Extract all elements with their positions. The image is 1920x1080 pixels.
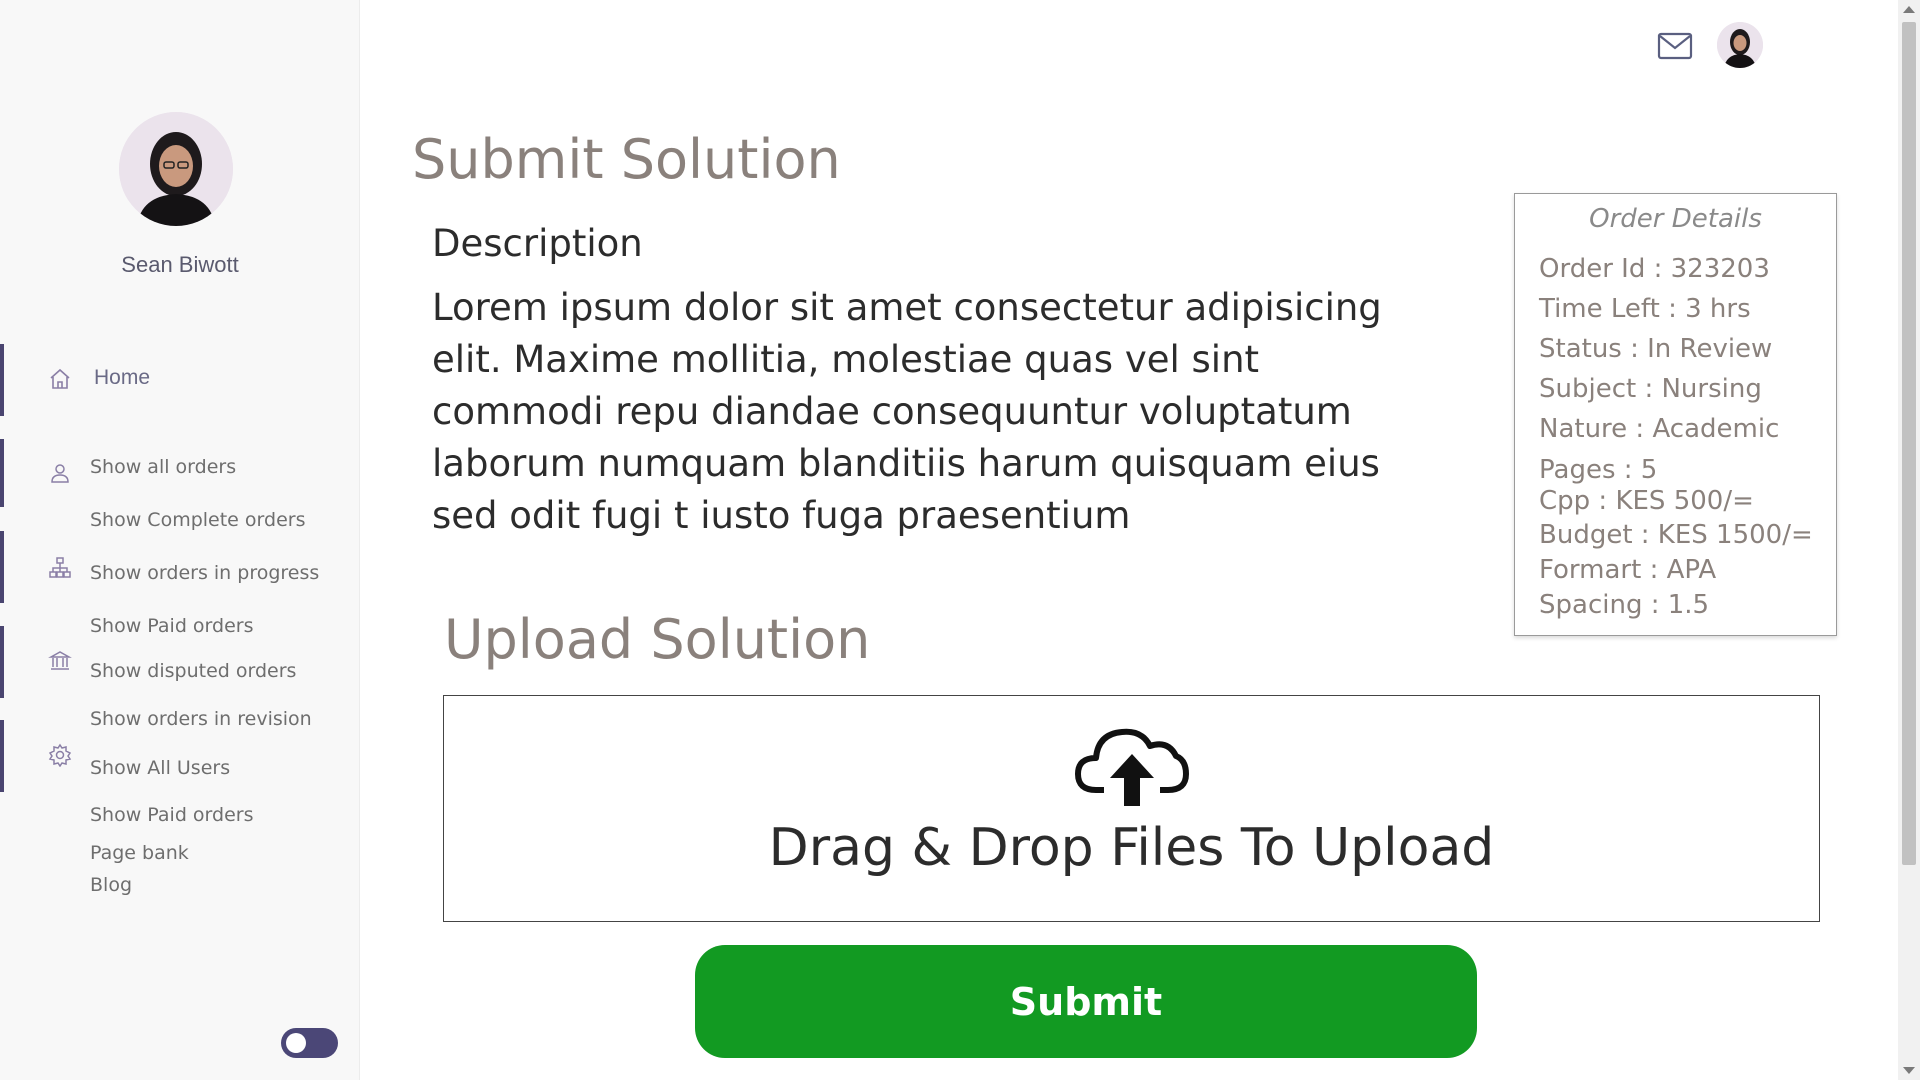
order-status: Status : In Review [1539, 334, 1773, 364]
order-nature: Nature : Academic [1539, 414, 1780, 444]
sidebar-item-orders-in-revision[interactable]: Show orders in revision [90, 708, 312, 730]
time-left: Time Left : 3 hrs [1539, 294, 1751, 324]
order-format: Formart : APA [1539, 555, 1717, 585]
dropzone-text: Drag & Drop Files To Upload [768, 818, 1495, 878]
order-spacing: Spacing : 1.5 [1539, 590, 1710, 620]
sidebar-item-paid-orders-2[interactable]: Show Paid orders [90, 804, 254, 826]
sitemap-icon [48, 556, 72, 580]
page-title: Submit Solution [412, 128, 841, 191]
scroll-thumb[interactable] [1902, 22, 1916, 865]
nav-active-indicator [0, 344, 4, 416]
sidebar: Sean Biwott Home Show all orders Show Co… [0, 0, 360, 1080]
sidebar-item-orders-in-progress[interactable]: Show orders in progress [90, 562, 319, 584]
mail-icon[interactable] [1657, 30, 1693, 62]
sidebar-item-complete-orders[interactable]: Show Complete orders [90, 509, 305, 531]
nav-group-indicator [0, 720, 4, 792]
sidebar-item-all-users[interactable]: Show All Users [90, 757, 230, 779]
bank-icon [48, 649, 72, 673]
user-name: Sean Biwott [121, 252, 239, 277]
scrollbar[interactable] [1898, 0, 1920, 1080]
profile-avatar [119, 112, 233, 226]
order-subject: Subject : Nursing [1539, 374, 1762, 404]
nav-group-indicator [0, 626, 4, 698]
file-dropzone[interactable]: Drag & Drop Files To Upload [443, 695, 1820, 922]
user-avatar[interactable] [1717, 22, 1763, 68]
cloud-upload-icon [1074, 720, 1190, 808]
order-budget: Budget : KES 1500/= [1539, 520, 1813, 550]
order-cpp: Cpp : KES 500/= [1539, 486, 1754, 516]
order-details-title: Order Details [1589, 204, 1762, 234]
sidebar-item-all-orders[interactable]: Show all orders [90, 456, 236, 478]
order-details-card: Order Details Order Id : 323203 Time Lef… [1514, 193, 1837, 636]
user-icon [48, 461, 72, 485]
sidebar-item-paid-orders[interactable]: Show Paid orders [90, 615, 254, 637]
theme-toggle[interactable] [281, 1028, 338, 1058]
gear-icon [48, 743, 72, 768]
scroll-up-arrow-icon[interactable] [1903, 6, 1915, 13]
description-text: Lorem ipsum dolor sit amet consectetur a… [432, 286, 1382, 537]
order-id: Order Id : 323203 [1539, 254, 1770, 284]
order-pages: Pages : 5 [1539, 455, 1658, 485]
sidebar-item-blog[interactable]: Blog [90, 874, 132, 896]
sidebar-item-home[interactable]: Home [94, 366, 150, 390]
upload-title: Upload Solution [444, 608, 871, 671]
submit-button[interactable]: Submit [695, 945, 1477, 1058]
sidebar-item-disputed-orders[interactable]: Show disputed orders [90, 660, 296, 682]
home-icon [48, 367, 72, 391]
nav-group-indicator [0, 531, 4, 603]
description-heading: Description [432, 222, 643, 265]
scroll-down-arrow-icon[interactable] [1903, 1067, 1915, 1074]
nav-group-indicator [0, 439, 4, 507]
toggle-knob [286, 1033, 306, 1053]
sidebar-item-page-bank[interactable]: Page bank [90, 842, 189, 864]
